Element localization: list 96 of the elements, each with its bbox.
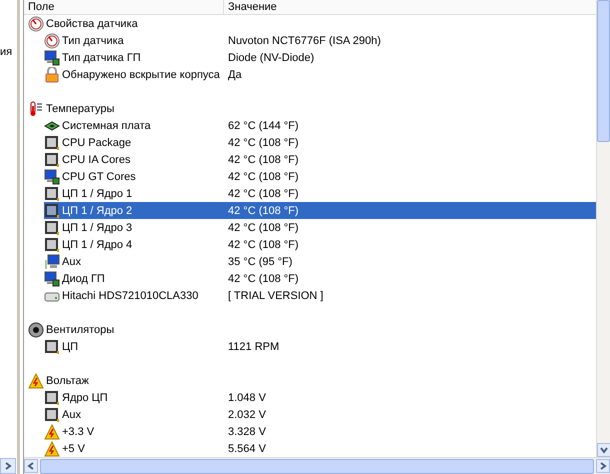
monitor-card-icon (44, 168, 60, 184)
sensor-row[interactable]: Диод ГП 42 °C (108 °F) (44, 270, 596, 287)
chevron-down-icon (600, 446, 608, 454)
sensor-name: +3.3 V (62, 426, 94, 438)
chip-icon (44, 220, 60, 236)
sensor-row[interactable]: ЦП 1121 RPM (44, 338, 596, 355)
sensor-row[interactable]: ЦП 1 / Ядро 4 42 °C (108 °F) (44, 236, 596, 253)
sensor-row[interactable]: +3.3 V 3.328 V (44, 423, 596, 440)
monitor-card-icon (44, 50, 60, 66)
sensor-name: Диод ГП (62, 272, 105, 284)
sensor-value: 62 °C (144 °F) (227, 120, 299, 132)
sensor-row[interactable]: Aux 2.032 V (44, 406, 596, 423)
group-title: Вентиляторы (46, 324, 114, 336)
scroll-right-button[interactable] (0, 458, 16, 474)
sensor-value: 5.564 V (227, 442, 266, 454)
chip-icon (44, 236, 60, 252)
sensor-row[interactable]: +5 V 5.564 V (44, 440, 596, 457)
sensor-value: 3.328 V (227, 426, 266, 438)
chip-icon (44, 202, 60, 218)
sensor-row[interactable]: ЦП 1 / Ядро 2 42 °C (108 °F) (44, 202, 596, 219)
sensor-row[interactable]: ЦП 1 / Ядро 3 42 °C (108 °F) (44, 219, 596, 236)
sensor-name: +5 V (62, 442, 85, 454)
sensor-name: Тип датчика (62, 34, 124, 46)
sensor-value: 42 °C (108 °F) (227, 222, 299, 234)
chip-icon (44, 134, 60, 150)
sensor-value: 42 °C (108 °F) (227, 188, 299, 200)
group-title: Свойства датчика (46, 18, 138, 30)
sensor-row[interactable]: Ядро ЦП 1.048 V (44, 389, 596, 406)
monitor-icon (44, 254, 60, 270)
sensor-name: ЦП 1 / Ядро 1 (62, 188, 132, 200)
sensor-name: Тип датчика ГП (62, 52, 141, 64)
sensor-value: 35 °C (95 °F) (227, 256, 292, 268)
sensor-value: 42 °C (108 °F) (227, 154, 299, 166)
sensor-name: ЦП 1 / Ядро 3 (62, 222, 132, 234)
sensor-row[interactable]: CPU GT Cores 42 °C (108 °F) (44, 168, 596, 185)
sensor-value: [ TRIAL VERSION ] (227, 290, 324, 302)
warning-icon (28, 372, 44, 388)
warning-icon (44, 440, 60, 456)
sensor-name: CPU GT Cores (62, 170, 136, 182)
column-header[interactable]: Поле (24, 0, 224, 14)
sensor-value: 42 °C (108 °F) (227, 238, 299, 250)
sensor-value: Nuvoton NCT6776F (ISA 290h) (227, 34, 381, 46)
sensor-name: ЦП 1 / Ядро 4 (62, 238, 132, 250)
scroll-thumb[interactable] (40, 458, 594, 474)
scroll-down-button[interactable] (597, 443, 610, 457)
sensor-name: ЦП 1 / Ядро 2 (62, 204, 132, 216)
thermometer-icon (28, 100, 44, 116)
sensor-value: 2.032 V (227, 408, 266, 420)
sensor-value: 1121 RPM (227, 340, 280, 352)
group-title: Вольтаж (46, 374, 89, 386)
horizontal-scrollbar[interactable] (24, 457, 610, 474)
chip-icon (44, 390, 60, 406)
group-title: Температуры (46, 102, 114, 114)
column-header[interactable]: Значение (224, 0, 277, 14)
sensor-row[interactable]: ЦП 1 / Ядро 1 42 °C (108 °F) (44, 185, 596, 202)
sensor-row[interactable]: CPU Package 42 °C (108 °F) (44, 134, 596, 151)
sensor-value: 42 °C (108 °F) (227, 204, 299, 216)
sensor-row[interactable]: Hitachi HDS721010CLA330 [ TRIAL VERSION ] (44, 287, 596, 304)
monitor-card-icon (44, 270, 60, 286)
sensor-name: Aux (62, 408, 81, 420)
sensor-row[interactable]: CPU IA Cores 42 °C (108 °F) (44, 151, 596, 168)
scroll-right-button[interactable] (596, 459, 610, 473)
chip-icon (44, 186, 60, 202)
sensor-name: CPU IA Cores (62, 154, 130, 166)
chip-icon (44, 152, 60, 168)
sensor-name: Aux (62, 256, 81, 268)
sensor-row[interactable]: Aux 35 °C (95 °F) (44, 253, 596, 270)
side-panel-text: ия (0, 46, 14, 58)
sensor-value: Да (227, 68, 242, 80)
sensor-name: Hitachi HDS721010CLA330 (62, 290, 198, 302)
sensor-value: 42 °C (108 °F) (227, 170, 299, 182)
sensor-name: CPU Package (62, 136, 132, 148)
fan-icon (28, 322, 44, 338)
chevron-right-icon (599, 462, 607, 470)
sensor-name: Системная плата (62, 120, 151, 132)
sensor-row[interactable]: Тип датчика ГП Diode (NV-Diode) (44, 49, 596, 66)
padlock-icon (44, 66, 60, 82)
sensor-name: Обнаружено вскрытие корпуса (62, 68, 220, 80)
scroll-left-button[interactable] (24, 459, 38, 473)
vertical-scrollbar[interactable] (596, 0, 610, 457)
sensor-name: ЦП (62, 340, 78, 352)
sensor-row[interactable]: Обнаружено вскрытие корпуса Да (44, 66, 596, 83)
sensor-value: 1.048 V (227, 392, 266, 404)
sensor-value: 42 °C (108 °F) (227, 136, 299, 148)
chip-icon (44, 406, 60, 422)
chip-icon (44, 338, 60, 354)
sensor-value: Diode (NV-Diode) (227, 52, 314, 64)
chevron-left-icon (27, 462, 35, 470)
sensor-row[interactable]: Тип датчика Nuvoton NCT6776F (ISA 290h) (44, 32, 596, 49)
gauge-icon (44, 32, 60, 48)
sensor-value: 42 °C (108 °F) (227, 272, 299, 284)
sensor-row[interactable]: Системная плата 62 °C (144 °F) (44, 117, 596, 134)
chevron-right-icon (4, 462, 12, 470)
warning-icon (44, 424, 60, 440)
scroll-thumb[interactable] (597, 0, 610, 142)
sensor-name: Ядро ЦП (62, 392, 108, 404)
